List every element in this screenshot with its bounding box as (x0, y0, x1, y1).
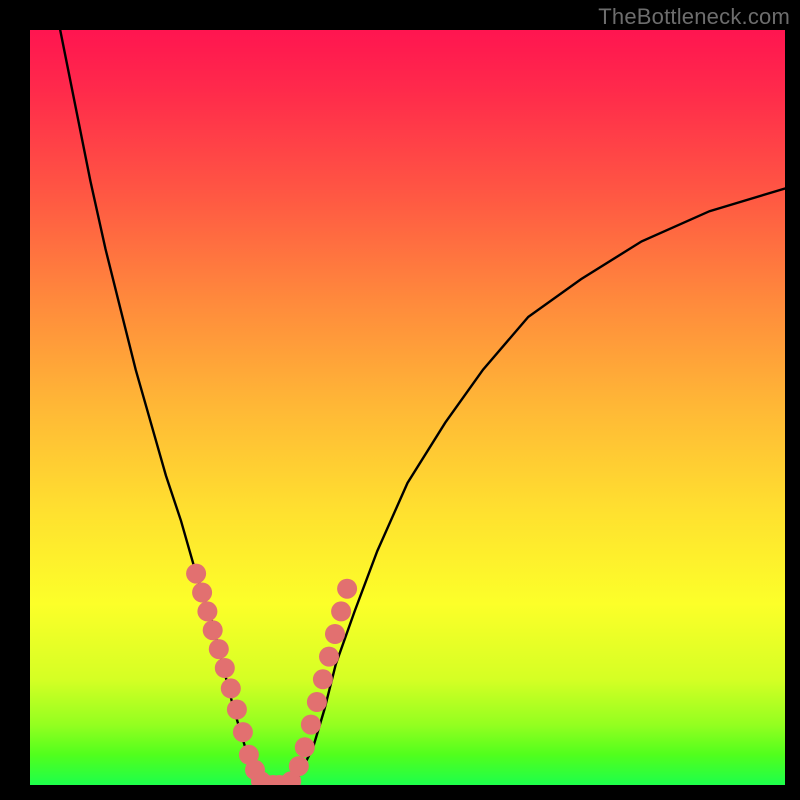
data-point (331, 601, 351, 621)
data-point (301, 715, 321, 735)
data-point (203, 620, 223, 640)
data-point (233, 722, 253, 742)
plot-area (30, 30, 785, 785)
data-point (221, 678, 241, 698)
curve-right-branch (294, 189, 785, 786)
data-point (197, 601, 217, 621)
curve-group (60, 30, 785, 785)
watermark-text: TheBottleneck.com (598, 4, 790, 30)
data-point (227, 700, 247, 720)
data-point (307, 692, 327, 712)
data-point (325, 624, 345, 644)
data-point (192, 583, 212, 603)
data-point (209, 639, 229, 659)
data-point (337, 579, 357, 599)
data-point (319, 647, 339, 667)
dots-group (186, 564, 357, 785)
chart-svg (30, 30, 785, 785)
data-point (313, 669, 333, 689)
data-point (289, 756, 309, 776)
data-point (186, 564, 206, 584)
chart-stage: TheBottleneck.com (0, 0, 800, 800)
data-point (295, 737, 315, 757)
data-point (215, 658, 235, 678)
